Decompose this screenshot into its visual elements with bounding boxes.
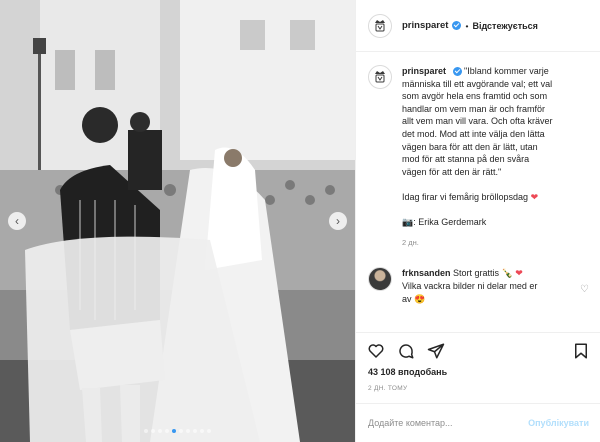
share-button[interactable] bbox=[426, 341, 446, 361]
post-photo[interactable]: ‹ › bbox=[0, 0, 355, 442]
carousel-dot bbox=[158, 429, 162, 433]
post-actions-bar bbox=[356, 332, 600, 368]
comment-body: frknsanden Stort grattis 🍾 ❤ Vilka vackr… bbox=[402, 267, 589, 305]
comments-section: prinsparet "Ibland kommer varje människa… bbox=[356, 52, 600, 332]
caption-line: mod för att stanna på den svåra bbox=[402, 154, 530, 165]
caption-avatar[interactable] bbox=[368, 65, 392, 89]
carousel-dot bbox=[207, 429, 211, 433]
verified-badge-icon bbox=[452, 67, 462, 77]
save-button[interactable] bbox=[571, 341, 591, 361]
caption-username[interactable]: prinsparet bbox=[402, 66, 446, 76]
carousel-dot bbox=[186, 429, 190, 433]
wedding-photo-illustration bbox=[0, 0, 355, 442]
caption-photo-credit: 📷: Erika Gerdemark bbox=[402, 217, 487, 228]
comment-input[interactable] bbox=[368, 418, 529, 428]
caption-line: det mod. Mod att inte välja den lätta bbox=[402, 128, 545, 139]
profile-avatar[interactable] bbox=[368, 13, 392, 38]
caption-line: handlar om vem man är och framför bbox=[402, 103, 546, 114]
caption-comment: prinsparet "Ibland kommer varje människa… bbox=[368, 65, 589, 249]
carousel-dot bbox=[172, 429, 176, 433]
caption-line: "Ibland kommer varje bbox=[464, 66, 549, 76]
carousel-dots bbox=[0, 429, 355, 433]
carousel-dot bbox=[144, 429, 148, 433]
header-separator: • bbox=[465, 20, 469, 31]
caption-line: vägen bara för att den är lätt, utan bbox=[402, 141, 538, 152]
caption-line: som avgör hela ens framtid och som bbox=[402, 91, 548, 102]
chevron-right-icon: › bbox=[336, 214, 340, 228]
carousel-dot bbox=[179, 429, 183, 433]
royal-monogram-icon bbox=[375, 71, 385, 83]
bookmark-icon bbox=[575, 343, 587, 358]
caption-time[interactable]: 2 дн. bbox=[402, 237, 589, 250]
instagram-post-dialog: ‹ › prinsparet • Відстежується prinspare… bbox=[0, 0, 600, 442]
comment-item: frknsanden Stort grattis 🍾 ❤ Vilka vackr… bbox=[368, 267, 589, 305]
comment-button[interactable] bbox=[396, 341, 416, 361]
publish-button[interactable]: Опублікувати bbox=[528, 418, 589, 428]
carousel-prev-button[interactable]: ‹ bbox=[8, 212, 26, 230]
carousel-dot bbox=[165, 429, 169, 433]
caption-line: människa till ett avgörande val; ett val bbox=[402, 78, 553, 89]
comment-like-heart-icon[interactable]: ♡ bbox=[580, 284, 589, 295]
carousel-dot bbox=[193, 429, 197, 433]
commenter-avatar[interactable] bbox=[368, 267, 392, 292]
header-username[interactable]: prinsparet bbox=[402, 20, 448, 31]
carousel-dot bbox=[200, 429, 204, 433]
post-side-panel: prinsparet • Відстежується prinsparet "I… bbox=[355, 0, 600, 442]
add-comment-bar: Опублікувати bbox=[356, 403, 600, 442]
red-heart-emoji-icon: ❤ bbox=[530, 191, 539, 202]
heart-outline-icon bbox=[368, 343, 384, 358]
likes-count[interactable]: 43 108 вподобань bbox=[368, 367, 447, 377]
caption-body: prinsparet "Ibland kommer varje människa… bbox=[402, 65, 589, 249]
like-button[interactable] bbox=[366, 341, 386, 361]
comment-username[interactable]: frknsanden bbox=[402, 268, 451, 278]
comment-text: av 😍 bbox=[402, 293, 426, 304]
posted-time[interactable]: 2 ДН. ТОМУ bbox=[368, 385, 407, 392]
speech-bubble-icon bbox=[399, 343, 414, 358]
caption-line: allt vem man vill vara. Och ofta kräver bbox=[402, 116, 553, 127]
chevron-left-icon: ‹ bbox=[15, 214, 19, 228]
caption-anniversary: Idag firar vi femårig bröllopsdag bbox=[402, 191, 529, 202]
royal-monogram-icon bbox=[375, 19, 385, 31]
red-heart-emoji-icon: ❤ bbox=[515, 268, 523, 279]
caption-line: vägen för att den är rätt." bbox=[402, 166, 502, 177]
carousel-dot bbox=[151, 429, 155, 433]
verified-badge-icon bbox=[452, 21, 462, 30]
paper-plane-icon bbox=[427, 343, 445, 358]
comment-text: Vilka vackra bilder ni delar med er bbox=[402, 280, 538, 291]
follow-status-button[interactable]: Відстежується bbox=[472, 21, 537, 31]
comment-text: Stort grattis 🍾 bbox=[453, 268, 513, 279]
carousel-next-button[interactable]: › bbox=[329, 212, 347, 230]
post-header: prinsparet • Відстежується bbox=[356, 0, 600, 52]
